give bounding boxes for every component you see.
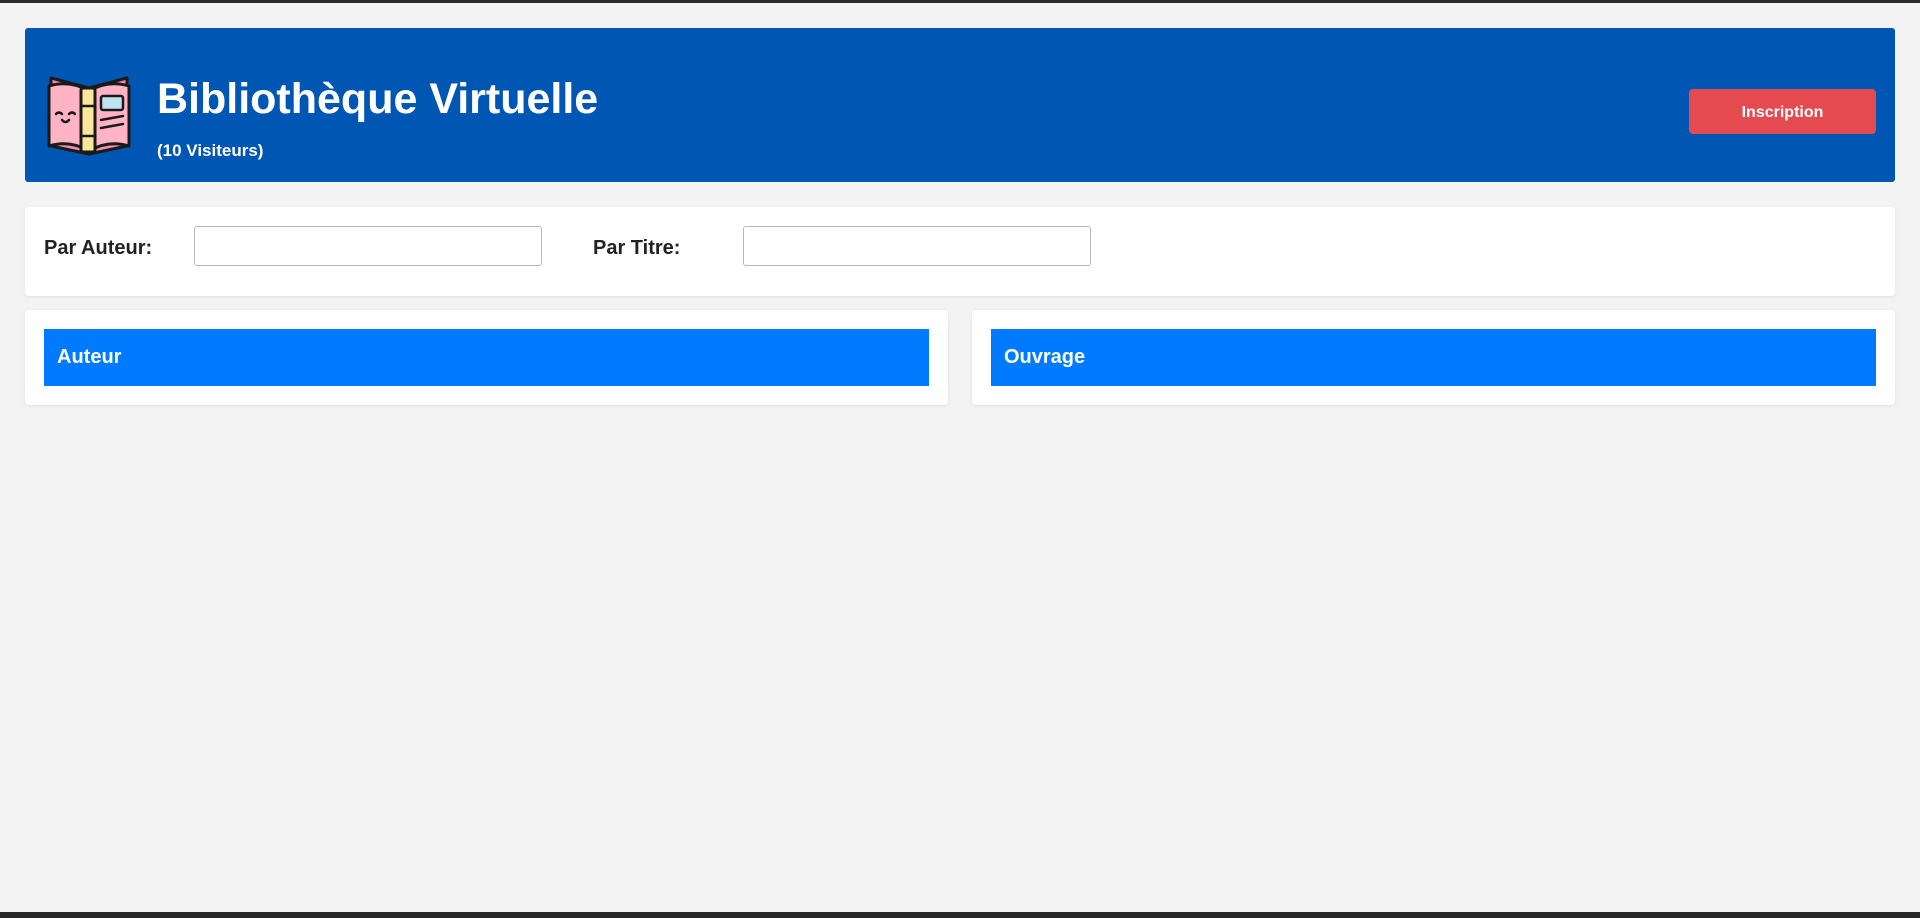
author-panel-header: Auteur [44,329,929,386]
open-book-icon [47,76,131,156]
site-title: Bibliothèque Virtuelle [157,75,599,123]
title-search-input[interactable] [743,226,1091,266]
book-panel-header: Ouvrage [991,329,1876,386]
taskbar-strip [0,912,1920,918]
visitor-count: (10 Visiteurs) [157,141,264,160]
site-header: Bibliothèque Virtuelle (10 Visiteurs) In… [25,28,1895,182]
author-panel: Auteur [25,310,948,405]
window-top-border [0,0,1920,3]
signup-button[interactable]: Inscription [1689,89,1876,134]
search-bar: Par Auteur: Par Titre: [25,207,1895,296]
book-panel: Ouvrage [972,310,1895,405]
author-search-label: Par Auteur: [44,237,153,259]
author-search-input[interactable] [194,226,542,266]
title-search-label: Par Titre: [593,237,681,259]
